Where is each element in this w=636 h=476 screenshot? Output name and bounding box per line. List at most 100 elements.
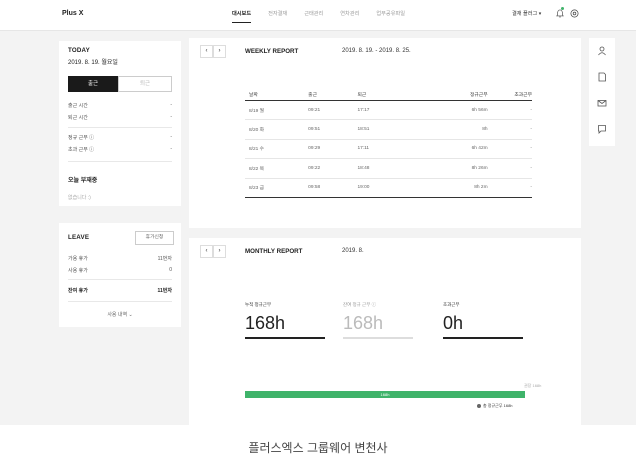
logo[interactable]: Plus X <box>62 10 83 17</box>
cell-regular: 8h 26m <box>471 165 488 171</box>
row-value: 11번자 <box>157 288 173 294</box>
table-row: 8/21 수 09:29 17:11 6h 42m - <box>245 140 532 160</box>
check-in-button[interactable]: 출근 <box>68 76 118 92</box>
monthly-title: MONTHLY REPORT <box>245 248 303 255</box>
table-row: 8/19 월 09:21 17:17 6h 56m - <box>245 101 532 121</box>
weekly-report-card: ‹ › WEEKLY REPORT 2019. 8. 19. - 2019. 8… <box>189 38 581 228</box>
prev-month-button[interactable]: ‹ <box>200 245 213 258</box>
cell-in: 09:22 <box>308 165 321 171</box>
settings-icon[interactable] <box>570 9 579 18</box>
monthly-report-card: ‹ › MONTHLY REPORT 2019. 8. 누적 정규근무 168h… <box>189 238 581 425</box>
available-leave-row: 가용 휴가 11번자 <box>68 255 172 262</box>
cell-in: 09:58 <box>308 185 321 191</box>
cell-overtime: - <box>530 165 532 171</box>
weekly-range: 2019. 8. 19. - 2019. 8. 25. <box>342 48 411 54</box>
overtime-row: 초과 근무 ⓘ - <box>68 146 172 153</box>
remaining-leave-row: 잔여 휴가 11번자 <box>68 287 172 294</box>
cell-in: 09:29 <box>308 146 321 152</box>
cell-out: 18:48 <box>357 165 370 171</box>
prev-week-button[interactable]: ‹ <box>200 45 213 58</box>
check-in-time-row: 출근 시간 - <box>68 102 172 109</box>
cell-date: 8/21 수 <box>249 147 265 153</box>
table-row: 8/22 목 09:22 18:48 8h 26m - <box>245 159 532 179</box>
row-label: 출근 시간 <box>68 103 88 109</box>
header-in: 출근 <box>308 93 317 98</box>
document-icon[interactable] <box>597 72 607 82</box>
stat-overtime: 초과근무 0h <box>443 302 523 339</box>
cell-overtime: - <box>530 107 532 113</box>
user-menu[interactable]: 결재 플러그 ▾ <box>512 10 541 17</box>
monthly-month: 2019. 8. <box>342 248 364 254</box>
legend-label: 총 정규근무 168h <box>483 403 513 408</box>
progress-axis-label: 권장 168h <box>524 383 542 388</box>
bell-icon[interactable] <box>556 9 564 18</box>
chat-icon[interactable] <box>597 124 607 134</box>
row-label: 잔여 휴가 <box>68 288 88 294</box>
nav-attendance[interactable]: 근태관리 <box>304 10 323 23</box>
divider <box>68 161 172 162</box>
stat-underline <box>343 337 413 339</box>
stat-label: 잔여 정규 근무 ⓘ <box>343 302 377 307</box>
stat-label: 초과근무 <box>443 302 460 307</box>
month-pager: ‹ › <box>200 245 226 258</box>
header-regular: 정규근무 <box>469 93 488 98</box>
stat-remaining-regular: 잔여 정규 근무 ⓘ 168h <box>343 302 413 339</box>
row-label: 가용 휴가 <box>68 256 88 262</box>
cell-overtime: - <box>530 185 532 191</box>
row-value: - <box>170 102 172 108</box>
header-out: 퇴근 <box>357 93 367 98</box>
nav-leave[interactable]: 연차관리 <box>340 10 359 23</box>
table-header: 날짜 출근 퇴근 정규근무 초과근무 <box>245 89 532 101</box>
progress-fill: 168h <box>245 391 525 398</box>
used-leave-row: 사용 휴가 0 <box>68 267 172 274</box>
row-label: 퇴근 시간 <box>68 115 88 121</box>
next-week-button[interactable]: › <box>213 45 226 58</box>
table-row: 8/20 화 09:51 18:51 8h - <box>245 120 532 140</box>
table-row: 8/23 금 09:58 19:00 8h 2m - <box>245 179 532 198</box>
monthly-progress-bar: 168h <box>245 391 525 398</box>
cell-out: 18:51 <box>357 127 370 133</box>
legend-dot-icon <box>477 403 481 408</box>
stat-value: 0h <box>443 313 464 333</box>
stat-value: 168h <box>343 313 384 333</box>
stat-value: 168h <box>245 313 286 333</box>
usage-history-link[interactable]: 사용 내역 ⌄ <box>59 311 181 318</box>
cell-date: 8/19 월 <box>249 108 265 114</box>
cell-overtime: - <box>530 146 532 152</box>
header-date: 날짜 <box>249 93 258 98</box>
cell-date: 8/20 화 <box>249 128 265 134</box>
row-value: - <box>170 114 172 120</box>
cell-date: 8/22 목 <box>249 166 265 172</box>
cell-date: 8/23 금 <box>249 186 265 192</box>
row-value: 11번자 <box>157 256 172 262</box>
nav-dashboard[interactable]: 대시보드 <box>232 10 252 23</box>
week-pager: ‹ › <box>200 45 226 58</box>
leave-card: LEAVE 휴가신청 가용 휴가 11번자 사용 휴가 0 잔여 휴가 11번자… <box>59 223 181 327</box>
main-nav: 대시보드 전자결재 근태관리 연차관리 업무공유파일 <box>232 10 422 23</box>
check-out-time-row: 퇴근 시간 - <box>68 114 172 121</box>
cell-out: 17:11 <box>357 146 370 152</box>
leave-request-button[interactable]: 휴가신청 <box>135 231 174 245</box>
cell-in: 09:21 <box>308 107 321 113</box>
divider <box>68 279 172 280</box>
nav-shared-files[interactable]: 업무공유파일 <box>376 10 405 23</box>
row-label: 사용 휴가 <box>68 268 88 274</box>
leave-title: LEAVE <box>68 234 90 241</box>
nav-approval[interactable]: 전자결재 <box>268 10 287 23</box>
absent-title: 오늘 부재중 <box>68 178 98 184</box>
mail-icon[interactable] <box>597 98 607 108</box>
user-icon[interactable] <box>597 46 607 56</box>
today-title: TODAY <box>68 47 90 54</box>
row-value: 0 <box>169 267 172 273</box>
stat-underline <box>245 337 325 339</box>
divider <box>68 127 172 128</box>
regular-work-row: 정규 근무 ⓘ - <box>68 134 172 141</box>
row-value: - <box>170 146 172 152</box>
check-out-button[interactable]: 퇴근 <box>118 76 172 92</box>
weekly-table: 날짜 출근 퇴근 정규근무 초과근무 8/19 월 09:21 17:17 6h… <box>245 89 532 198</box>
next-month-button[interactable]: › <box>213 245 226 258</box>
today-card: TODAY 2019. 8. 19. 월요일 출근 퇴근 출근 시간 - 퇴근 … <box>59 41 181 206</box>
divider <box>68 301 172 302</box>
row-label: 초과 근무 ⓘ <box>68 147 95 153</box>
row-label: 정규 근무 ⓘ <box>68 135 95 141</box>
